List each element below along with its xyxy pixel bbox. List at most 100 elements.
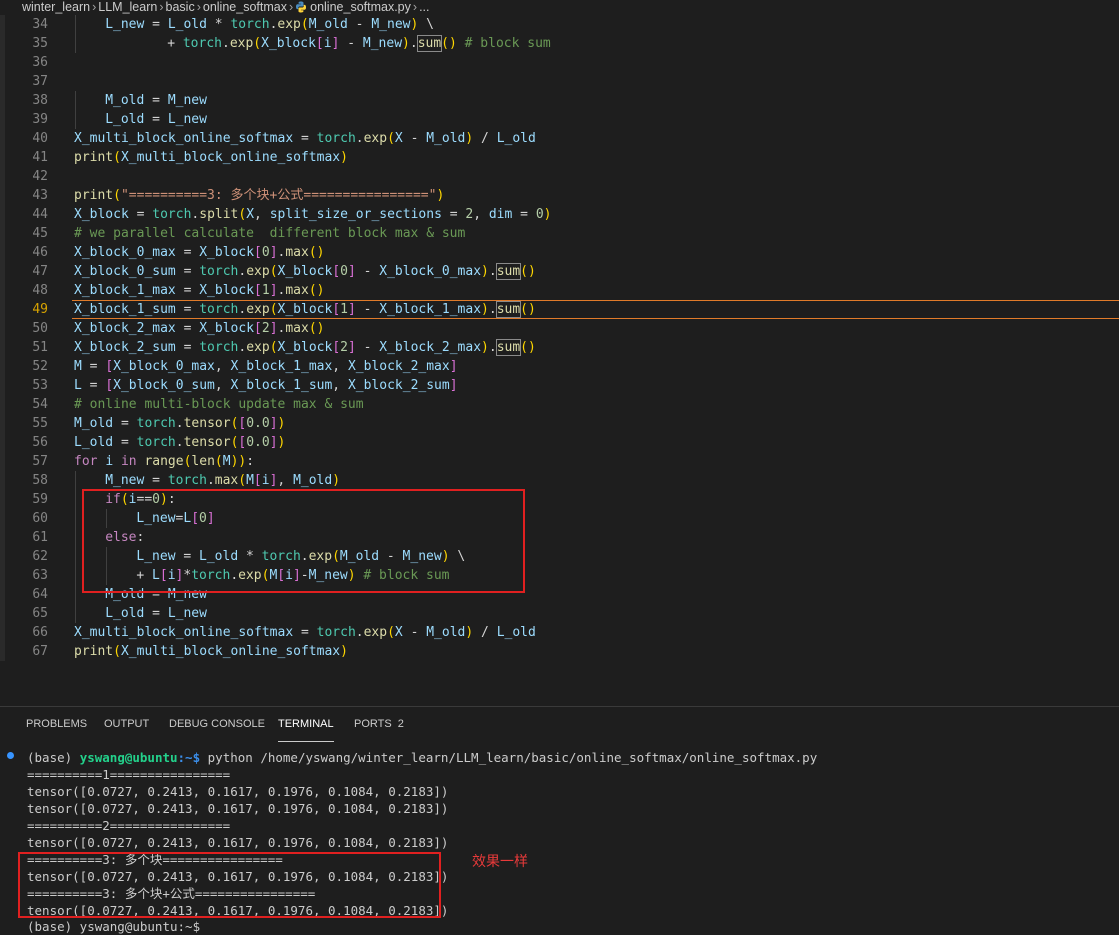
command-status-dot-icon[interactable] (7, 752, 14, 759)
code-line[interactable]: 51 X_block_2_sum = torch.exp(X_block[2] -… (0, 338, 1119, 357)
panel-tabs: PROBLEMS OUTPUT DEBUG CONSOLE TERMINAL P… (0, 707, 1119, 743)
code-line[interactable]: 36 (0, 53, 1119, 72)
code-line[interactable]: 34 L_new = L_old * torch.exp(M_old - M_ne… (0, 15, 1119, 34)
python-file-icon (296, 1, 307, 13)
line-number: 37 (32, 74, 48, 89)
code-text: X_block_2_sum = torch.exp(X_block[2] - X… (74, 339, 536, 356)
breadcrumb-segment[interactable]: winter_learn (22, 0, 90, 14)
code-line[interactable]: 56 L_old = torch.tensor([0.0]) (0, 433, 1119, 452)
code-line[interactable]: 42 (0, 167, 1119, 186)
code-text: print("==========3: 多个块+公式==============… (74, 188, 445, 203)
line-number: 61 (32, 530, 48, 545)
line-number: 52 (32, 359, 48, 374)
terminal-command-line: (base) yswang@ubuntu:~$ python /home/ysw… (27, 749, 817, 766)
code-line[interactable]: 67 print(X_multi_block_online_softmax) (0, 642, 1119, 661)
code-line[interactable]: 35 + torch.exp(X_block[i] - M_new).sum() … (0, 34, 1119, 53)
chevron-right-icon: › (196, 0, 201, 14)
code-line[interactable]: 65 L_old = L_new (0, 604, 1119, 623)
line-number: 35 (32, 36, 48, 51)
terminal-output-line: tensor([0.0727, 0.2413, 0.1617, 0.1976, … (27, 835, 449, 850)
code-line[interactable]: 53 L = [X_block_0_sum, X_block_1_sum, X_b… (0, 376, 1119, 395)
tab-debug-console[interactable]: DEBUG CONSOLE (169, 707, 265, 741)
code-line[interactable]: 50 X_block_2_max = X_block[2].max() (0, 319, 1119, 338)
code-line[interactable]: 46 X_block_0_max = X_block[0].max() (0, 243, 1119, 262)
code-line[interactable]: 57 for i in range(len(M)): (0, 452, 1119, 471)
terminal-command: python /home/yswang/winter_learn/LLM_lea… (207, 750, 818, 765)
prompt-env: (base) (27, 750, 73, 765)
terminal-next-prompt: (base) yswang@ubuntu:~$ (27, 919, 201, 934)
breadcrumb-segment[interactable]: basic (166, 0, 195, 14)
line-number: 49 (32, 302, 48, 317)
terminal-output-line: ==========1================ (27, 767, 231, 782)
line-number: 55 (32, 416, 48, 431)
line-number: 48 (32, 283, 48, 298)
code-line[interactable]: 66 X_multi_block_online_softmax = torch.e… (0, 623, 1119, 642)
chevron-right-icon: › (288, 0, 294, 14)
line-number: 62 (32, 549, 48, 564)
indent-guide (75, 471, 76, 490)
breadcrumb: winter_learn › LLM_learn › basic › online_soft… (0, 0, 1119, 15)
indent-guide (75, 110, 76, 129)
code-text: M_old = M_new (105, 93, 207, 108)
tab-output[interactable]: OUTPUT (104, 707, 149, 741)
code-line[interactable]: 55 M_old = torch.tensor([0.0]) (0, 414, 1119, 433)
terminal-output-line: tensor([0.0727, 0.2413, 0.1617, 0.1976, … (27, 784, 449, 799)
code-line[interactable]: 39 L_old = L_new (0, 110, 1119, 129)
code-line[interactable]: 49 X_block_1_sum = torch.exp(X_block[1] -… (0, 300, 1119, 319)
code-line[interactable]: 37 (0, 72, 1119, 91)
indent-guide (75, 547, 76, 566)
tab-terminal[interactable]: TERMINAL (278, 707, 334, 742)
annotation-note: 效果一样 (472, 853, 528, 869)
code-line[interactable]: 40 X_multi_block_online_softmax = torch.e… (0, 129, 1119, 148)
line-number: 41 (32, 150, 48, 165)
chevron-right-icon: › (159, 0, 164, 14)
indent-guide (75, 585, 76, 604)
code-line[interactable]: 41 print(X_multi_block_online_softmax) (0, 148, 1119, 167)
code-line[interactable]: 44 X_block = torch.split(X, split_size_or… (0, 205, 1119, 224)
line-number: 59 (32, 492, 48, 507)
code-text: M_new = torch.max(M[i], M_old) (105, 473, 341, 488)
code-text: X_multi_block_online_softmax = torch.exp… (74, 625, 536, 640)
code-text: + torch.exp(X_block[i] - M_new).sum() # … (167, 35, 551, 52)
line-number: 40 (32, 131, 48, 146)
code-line[interactable]: 47 X_block_0_sum = torch.exp(X_block[0] -… (0, 262, 1119, 281)
code-editor[interactable]: 34 L_new = L_old * torch.exp(M_old - M_ne… (0, 15, 1119, 705)
code-text: X_block = torch.split(X, split_size_or_s… (74, 207, 552, 222)
indent-guide (75, 34, 76, 53)
line-number: 54 (32, 397, 48, 412)
breadcrumb-segment[interactable]: LLM_learn (98, 0, 157, 14)
code-line[interactable]: 43 print("==========3: 多个块+公式============… (0, 186, 1119, 205)
indent-guide (75, 490, 76, 509)
code-line[interactable]: 58 M_new = torch.max(M[i], M_old) (0, 471, 1119, 490)
code-line[interactable]: 54 # online multi-block update max & sum (0, 395, 1119, 414)
tab-problems[interactable]: PROBLEMS (26, 707, 87, 741)
code-text: print(X_multi_block_online_softmax) (74, 644, 348, 659)
tab-ports[interactable]: PORTS 2 (354, 707, 404, 741)
annotation-box-terminal (18, 852, 441, 918)
line-number: 45 (32, 226, 48, 241)
line-number: 43 (32, 188, 48, 203)
code-line[interactable]: 48 X_block_1_max = X_block[1].max() (0, 281, 1119, 300)
code-line[interactable]: 52 M = [X_block_0_max, X_block_1_max, X_b… (0, 357, 1119, 376)
terminal-output-line: tensor([0.0727, 0.2413, 0.1617, 0.1976, … (27, 801, 449, 816)
breadcrumb-segment[interactable]: online_softmax (203, 0, 287, 14)
code-text: X_block_1_sum = torch.exp(X_block[1] - X… (74, 301, 536, 318)
code-text: L_old = torch.tensor([0.0]) (74, 435, 286, 450)
code-text: X_multi_block_online_softmax = torch.exp… (74, 131, 536, 146)
code-line[interactable]: 38 M_old = M_new (0, 91, 1119, 110)
breadcrumb-more[interactable]: ... (419, 0, 429, 14)
line-number: 51 (32, 340, 48, 355)
line-number: 38 (32, 93, 48, 108)
code-line[interactable]: 45 # we parallel calculate different bloc… (0, 224, 1119, 243)
line-number: 60 (32, 511, 48, 526)
line-number: 50 (32, 321, 48, 336)
code-text: X_block_0_max = X_block[0].max() (74, 245, 325, 260)
indent-guide (75, 528, 76, 547)
code-text: L_old = L_new (105, 606, 207, 621)
line-number: 44 (32, 207, 48, 222)
line-number: 66 (32, 625, 48, 640)
prompt-path: :~$ (177, 750, 201, 765)
line-number: 65 (32, 606, 48, 621)
line-number: 34 (32, 17, 48, 32)
breadcrumb-file[interactable]: online_softmax.py (310, 0, 411, 14)
